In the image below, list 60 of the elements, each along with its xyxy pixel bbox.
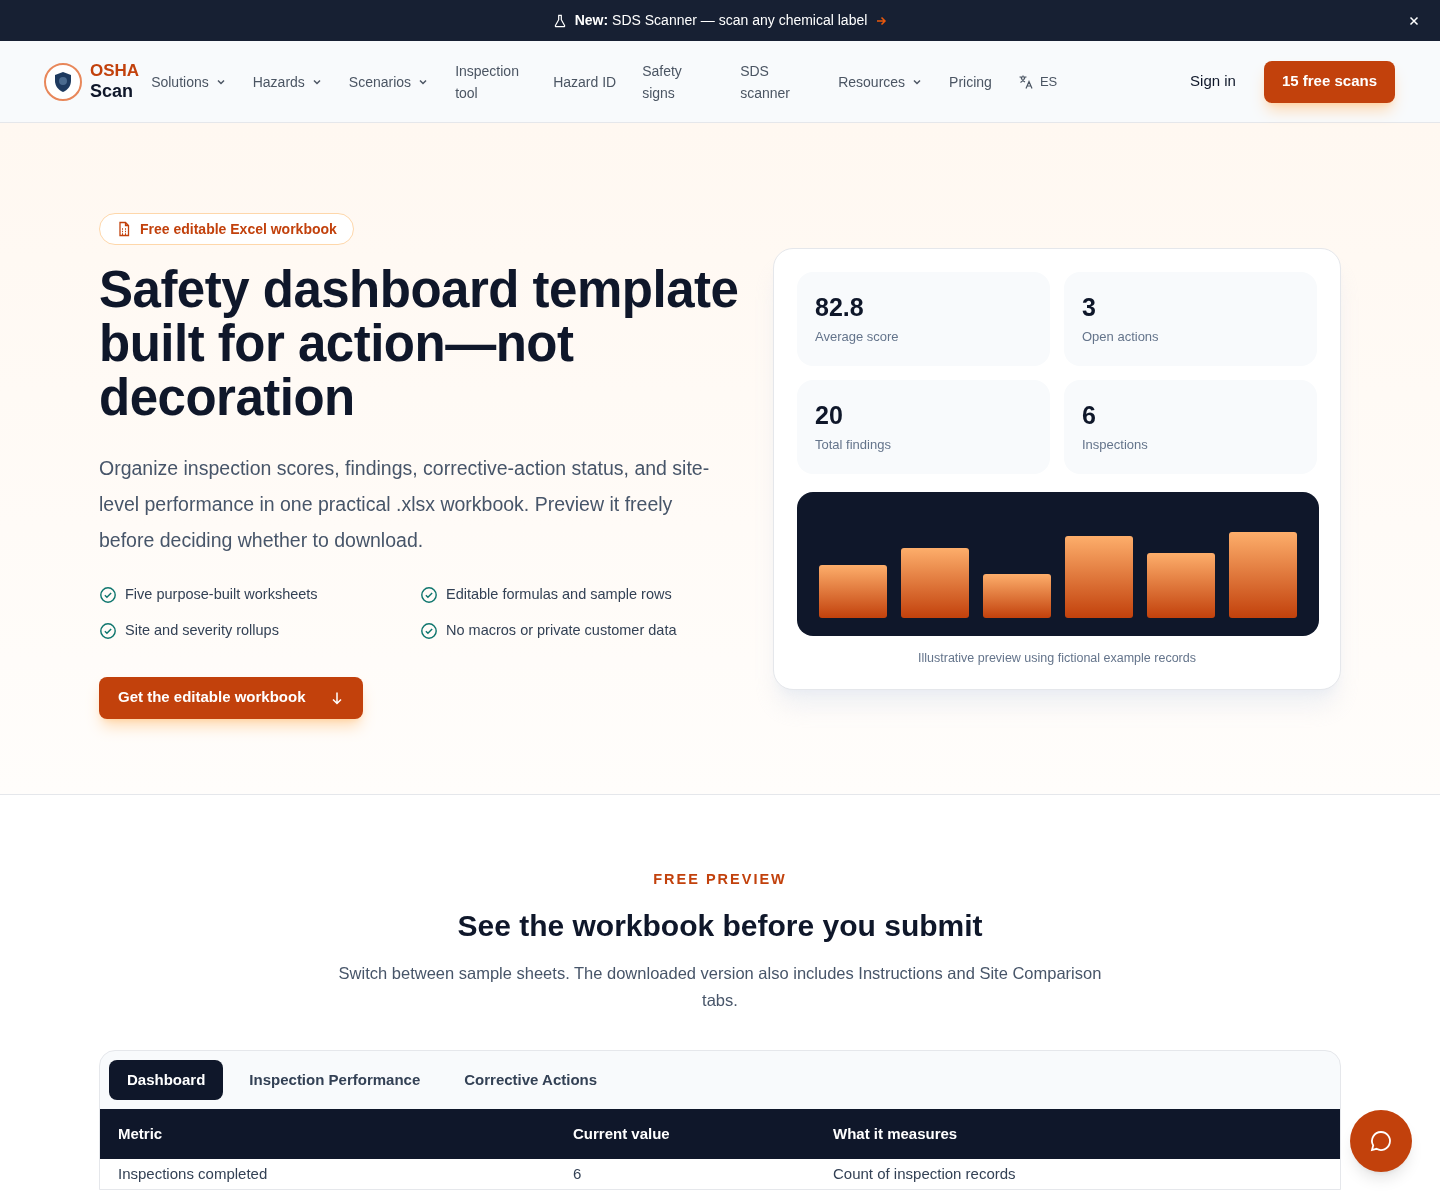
brand-name: Scan bbox=[90, 80, 135, 103]
brand-name: OSHA bbox=[90, 60, 140, 81]
check-circle-icon bbox=[99, 621, 117, 640]
table-cell: 6 bbox=[555, 1158, 815, 1189]
sheet-tab[interactable]: Corrective Actions bbox=[446, 1059, 616, 1100]
language-link[interactable]: ES bbox=[1017, 71, 1058, 92]
chart-bar bbox=[901, 548, 969, 618]
sheet-tab[interactable]: Dashboard bbox=[109, 1059, 224, 1100]
feature-text: Five purpose-built worksheets bbox=[125, 585, 318, 604]
stat-value: 6 bbox=[1082, 400, 1097, 431]
hero-description: Organize inspection scores, findings, corrective-action status, and site-level performance in one practical .xlsx workbook. Preview it freely before deciding whether to download. bbox=[99, 456, 711, 553]
feature-text: No macros or private customer data bbox=[446, 620, 677, 640]
stat-label: Open actions bbox=[1082, 328, 1160, 346]
column-header: Metric bbox=[100, 1108, 555, 1159]
nav-link[interactable]: SDS scanner bbox=[740, 59, 813, 104]
check-circle-icon bbox=[420, 621, 438, 640]
flask-icon bbox=[552, 13, 567, 28]
stat-value: 20 bbox=[815, 400, 844, 431]
sheet-tab[interactable]: Inspection Performance bbox=[231, 1059, 439, 1100]
close-icon bbox=[1408, 15, 1420, 27]
sign-in-link[interactable]: Sign in bbox=[1190, 70, 1236, 93]
free-scans-button[interactable]: 15 free scans bbox=[1263, 60, 1395, 103]
nav-link[interactable]: Resources bbox=[838, 70, 924, 93]
nav-link[interactable]: Hazards bbox=[252, 70, 323, 93]
preview-caption: Illustrative preview using fictional example records bbox=[917, 650, 1197, 667]
section-description: Switch between sample sheets. The downloaded version also includes Instructions and Site Comparison tabs. bbox=[337, 962, 1103, 1011]
nav-link[interactable]: Pricing bbox=[949, 70, 992, 93]
check-circle-icon bbox=[99, 585, 117, 604]
hero-title: Safety dashboard template built for action—not decoration bbox=[99, 263, 739, 425]
shield-logo-icon bbox=[44, 62, 82, 101]
feature-text: Editable formulas and sample rows bbox=[446, 585, 672, 604]
announcement-link[interactable]: New: SDS Scanner — scan any chemical label bbox=[574, 10, 868, 31]
table-cell: Inspections completed bbox=[100, 1158, 555, 1189]
nav-link[interactable]: Solutions bbox=[151, 70, 227, 93]
section-title: See the workbook before you submit bbox=[457, 907, 983, 944]
nav-link[interactable]: Inspection tool bbox=[455, 59, 528, 104]
table-cell: Count of inspection records bbox=[815, 1158, 1340, 1189]
stat-label: Total findings bbox=[815, 436, 892, 454]
check-circle-icon bbox=[420, 585, 438, 604]
download-workbook-button[interactable]: Get the editable workbook bbox=[99, 676, 363, 719]
nav-link[interactable]: Hazard ID bbox=[553, 70, 617, 93]
chart-bar bbox=[1147, 553, 1215, 618]
chat-bubble-icon bbox=[1369, 1129, 1393, 1153]
chat-button[interactable] bbox=[1350, 1110, 1412, 1172]
arrow-right-icon bbox=[875, 14, 888, 27]
column-header: Current value bbox=[555, 1108, 815, 1159]
spreadsheet-file-icon bbox=[116, 221, 132, 237]
chart-bar bbox=[983, 574, 1051, 618]
stat-value: 82.8 bbox=[815, 292, 865, 323]
workbook-badge: Free editable Excel workbook bbox=[99, 213, 354, 245]
feature-text: Site and severity rollups bbox=[125, 620, 279, 640]
chart-bar bbox=[819, 565, 887, 618]
section-eyebrow: FREE PREVIEW bbox=[653, 870, 787, 889]
stat-label: Inspections bbox=[1082, 436, 1149, 454]
column-header: What it measures bbox=[815, 1108, 1340, 1159]
translate-icon bbox=[1017, 73, 1034, 90]
stat-label: Average score bbox=[815, 328, 900, 346]
nav-link[interactable]: Scenarios bbox=[348, 70, 430, 93]
stat-value: 3 bbox=[1082, 292, 1097, 323]
nav-link[interactable]: Safety signs bbox=[642, 59, 715, 104]
